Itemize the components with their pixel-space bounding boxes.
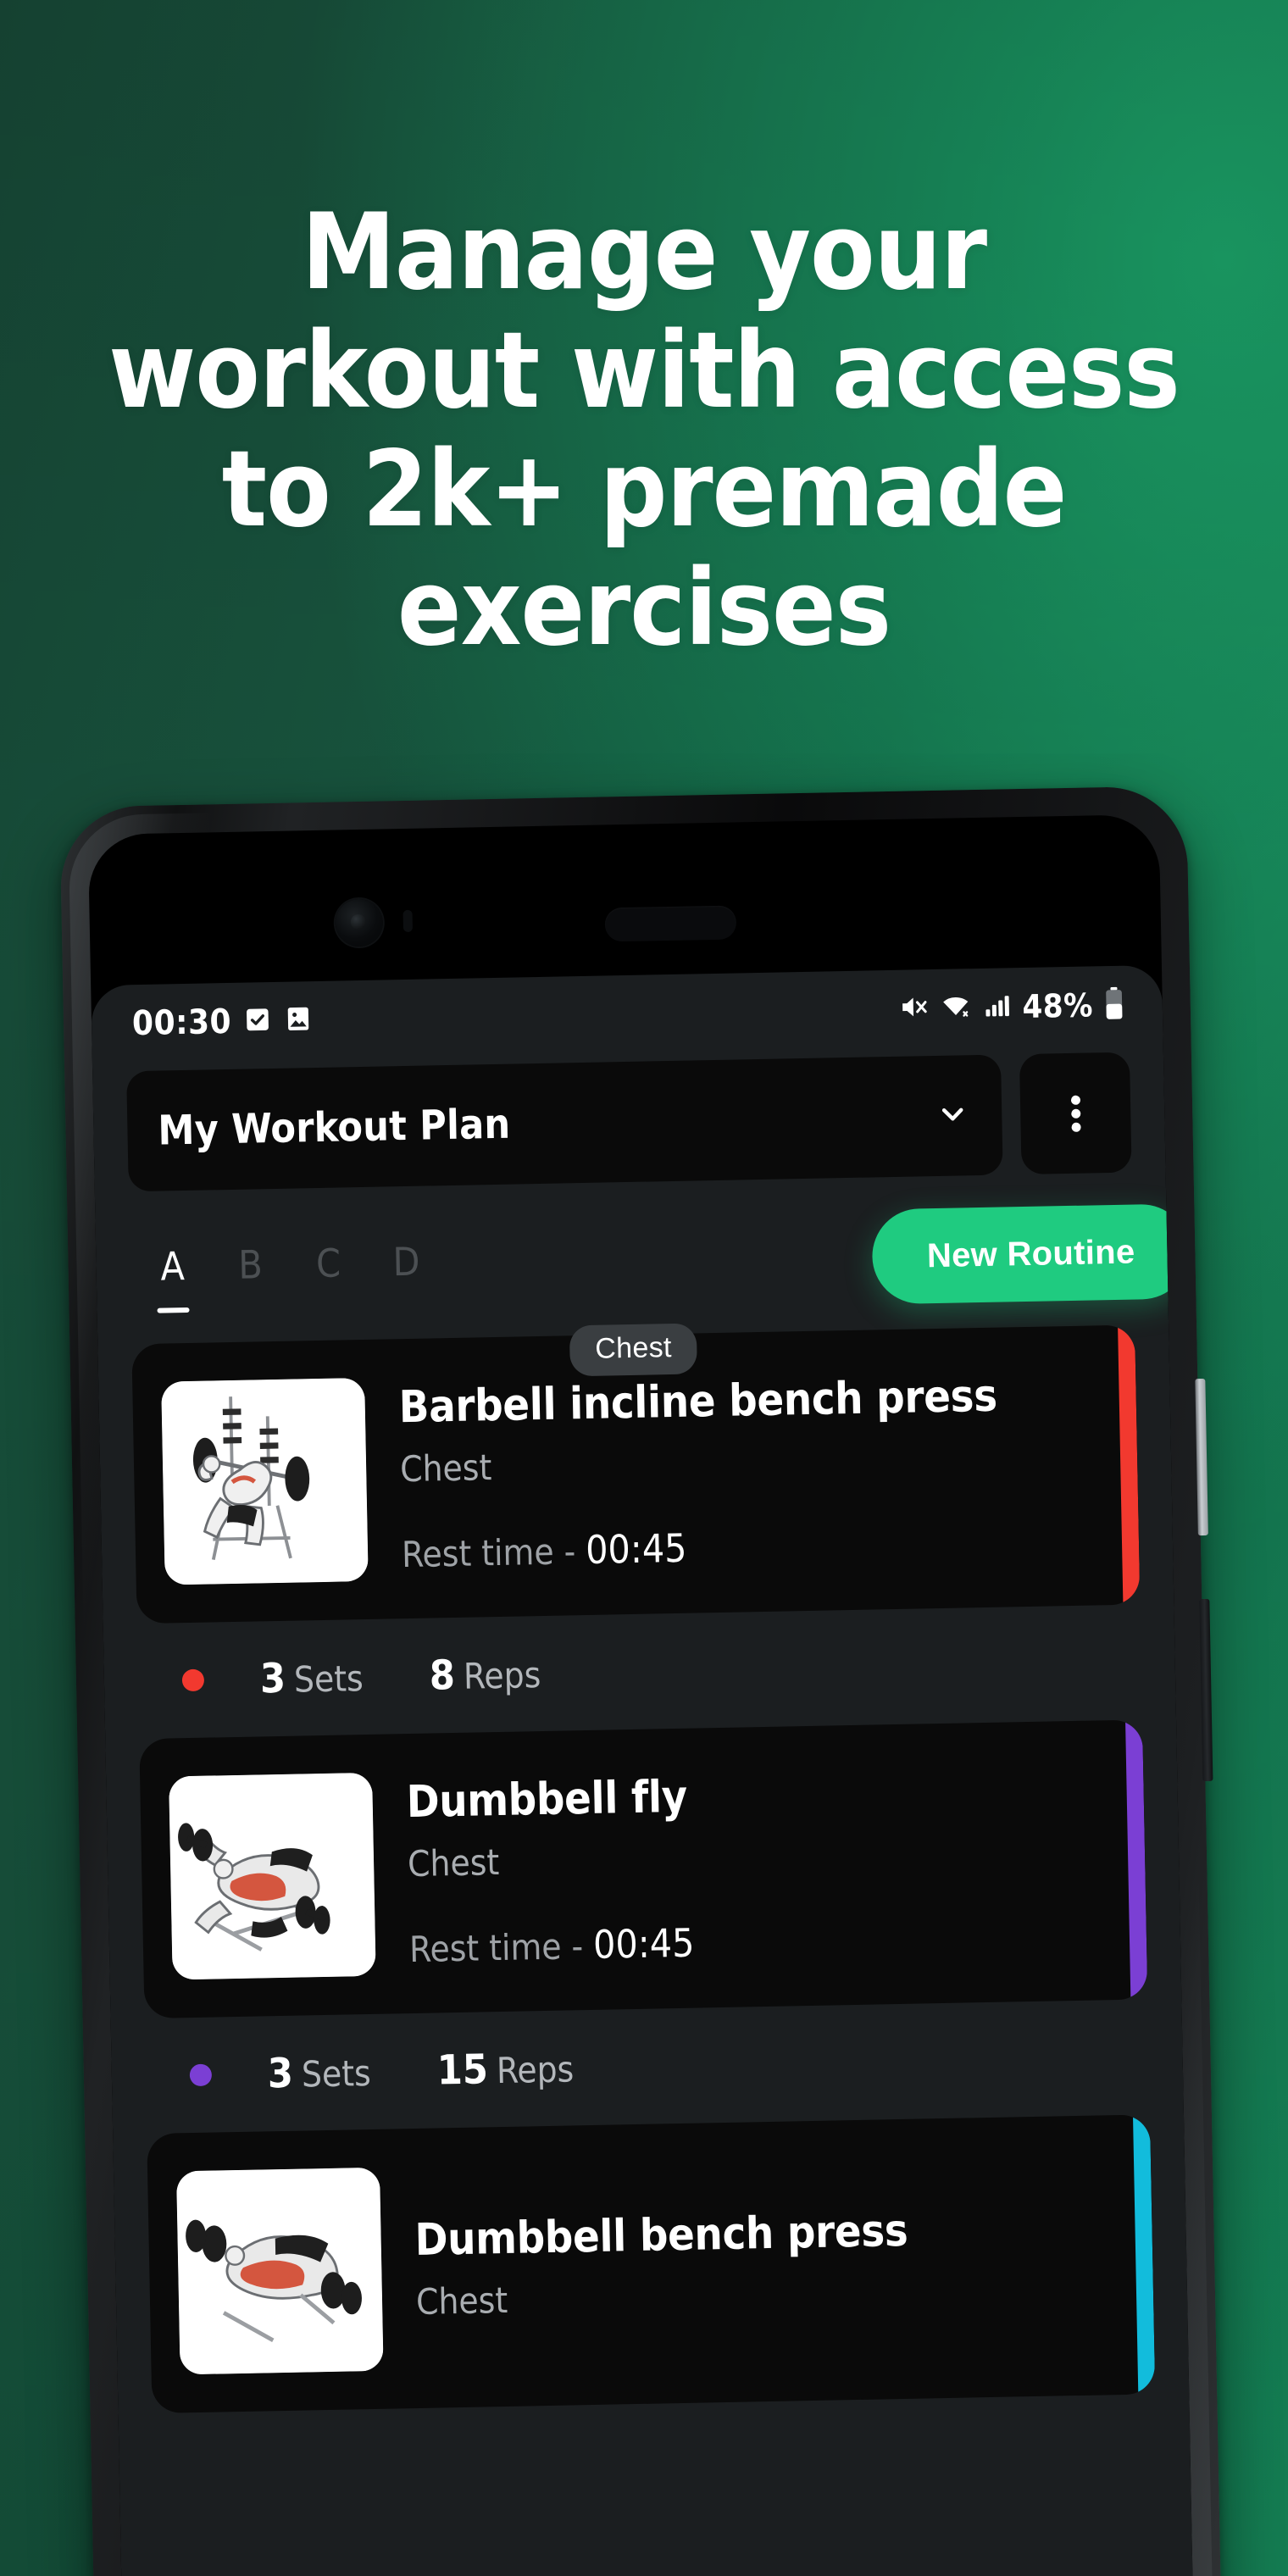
reps-value: 8 Reps [429, 1650, 541, 1700]
wifi-icon [939, 990, 972, 1026]
sets-value: 3 Sets [267, 2046, 437, 2098]
exercise-info: Dumbbell bench press Chest [380, 2201, 1124, 2323]
exercise-muscle: Chest [399, 1446, 492, 1490]
rest-value: 00:45 [585, 1524, 687, 1573]
battery-icon [1102, 986, 1125, 1024]
new-routine-label: New Routine [926, 1232, 1135, 1274]
dumbbell-bench-press-illustration [176, 2167, 384, 2375]
status-clock: 00:30 [131, 1002, 232, 1044]
tab-label: B [237, 1241, 264, 1288]
overflow-dot [1070, 1108, 1080, 1119]
sets-number: 3 [259, 1654, 286, 1703]
tab-label: C [315, 1240, 341, 1287]
overflow-dot [1070, 1122, 1081, 1132]
exercise-muscle: Chest [415, 2279, 508, 2323]
rest-value: 00:45 [592, 1919, 695, 1968]
phone-mockup: 00:30 48% My Workout Plan A B C D New Ro… [59, 786, 1223, 2576]
battery-percent: 48% [1022, 986, 1094, 1025]
plan-selector[interactable]: My Workout Plan [126, 1054, 1003, 1192]
reps-number: 15 [436, 2046, 489, 2095]
exercise-accent-bar [1125, 1719, 1148, 2000]
reps-value: 15 Reps [436, 2044, 574, 2094]
front-camera-icon [335, 898, 384, 947]
exercise-thumbnail [169, 1772, 376, 1980]
exercise-accent-bar [1118, 1324, 1141, 1605]
signal-icon [981, 990, 1013, 1024]
reps-number: 8 [429, 1651, 456, 1700]
plan-name-label: My Workout Plan [157, 1100, 511, 1155]
exercise-rest-time: Rest time - 00:45 [409, 1912, 1119, 1971]
overflow-dot [1070, 1095, 1080, 1105]
app-viewport: 00:30 48% My Workout Plan A B C D New Ro… [91, 964, 1195, 2576]
tab-routine-d[interactable]: D [367, 1238, 446, 1294]
exercise-sets-reps: 3 Sets 8 Reps [137, 1604, 1142, 1739]
sets-value: 3 Sets [259, 1652, 430, 1703]
sets-reps-dot [181, 1668, 205, 1692]
rest-label: Rest time - [401, 1530, 576, 1575]
image-icon [284, 1004, 314, 1037]
status-bar: 00:30 48% [91, 965, 1163, 1063]
tab-routine-b[interactable]: B [211, 1241, 290, 1297]
exercise-info: Barbell incline bench press Chest Rest t… [364, 1368, 1110, 1577]
exercise-thumbnail [176, 2167, 384, 2375]
exercise-rest-time: Rest time - 00:45 [402, 1517, 1111, 1576]
exercise-accent-bar [1132, 2114, 1156, 2395]
new-routine-button[interactable]: New Routine [871, 1203, 1191, 1305]
sets-label: Sets [301, 2051, 372, 2096]
routine-tabs: A B C D New Routine [96, 1201, 1191, 1323]
status-bar-right: 48% [897, 986, 1125, 1028]
tab-routine-a[interactable]: A [133, 1242, 212, 1298]
rest-label: Rest time - [408, 1924, 584, 1970]
status-bar-left: 00:30 [132, 1001, 314, 1043]
exercise-info: Dumbbell fly Chest Rest time - 00:45 [372, 1763, 1118, 1972]
more-vertical-icon[interactable] [1019, 1052, 1132, 1175]
exercise-list: Chest Barbell incline bench press Chest … [97, 1323, 1189, 2414]
plan-header: My Workout Plan [92, 1052, 1165, 1192]
promo-headline: Manage your workout with access to 2k+ p… [108, 192, 1180, 670]
exercise-thumbnail [161, 1377, 369, 1585]
exercise-title: Dumbbell bench press [414, 2205, 908, 2266]
phone-screen: 00:30 48% My Workout Plan A B C D New Ro… [87, 813, 1195, 2576]
proximity-sensor-icon [402, 909, 414, 933]
exercise-title: Barbell incline bench press [398, 1370, 998, 1433]
exercise-title: Dumbbell fly [406, 1771, 688, 1828]
exercise-card[interactable]: Dumbbell bench press Chest [147, 2114, 1156, 2414]
task-checkbox-icon [243, 1005, 273, 1038]
exercise-sets-reps: 3 Sets 15 Reps [145, 1999, 1150, 2134]
tab-routine-c[interactable]: C [289, 1240, 368, 1296]
exercise-card[interactable]: Dumbbell fly Chest Rest time - 00:45 [139, 1719, 1148, 2019]
earpiece-speaker [604, 905, 737, 942]
mute-icon [897, 991, 930, 1027]
tab-label: D [392, 1238, 420, 1285]
sets-label: Sets [293, 1657, 364, 1701]
reps-label: Reps [463, 1654, 541, 1697]
barbell-incline-bench-press-illustration [161, 1377, 369, 1585]
sets-number: 3 [267, 2049, 294, 2098]
sets-reps-dot [189, 2063, 213, 2087]
tab-label: A [159, 1243, 186, 1290]
exercise-muscle: Chest [407, 1840, 500, 1885]
chevron-down-icon [934, 1095, 972, 1137]
reps-label: Reps [496, 2048, 575, 2092]
muscle-group-badge: Chest [569, 1323, 698, 1377]
dumbbell-fly-illustration [169, 1772, 376, 1980]
